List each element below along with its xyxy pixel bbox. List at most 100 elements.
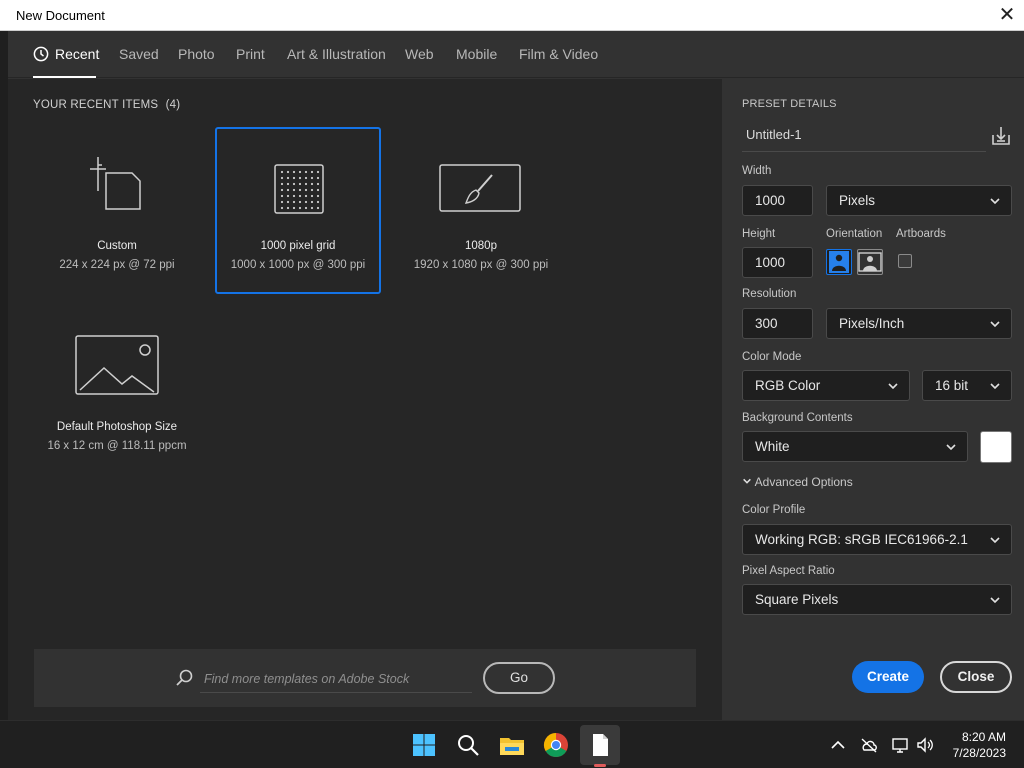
document-app-icon[interactable] <box>584 729 616 761</box>
stock-search-bar: Go <box>34 649 696 707</box>
color-mode-dropdown[interactable]: RGB Color <box>742 370 910 401</box>
item-dimensions: 16 x 12 cm @ 118.11 ppcm <box>47 440 187 452</box>
resolution-label: Resolution <box>742 288 797 300</box>
bit-depth-value: 16 bit <box>935 378 969 393</box>
tab-photo[interactable]: Photo <box>178 46 215 62</box>
windows-start-icon[interactable] <box>408 729 440 761</box>
item-name: Default Photoshop Size <box>56 421 178 433</box>
cloud-offline-icon[interactable] <box>859 735 879 755</box>
landscape-orientation-button[interactable] <box>857 249 883 275</box>
chevron-down-icon <box>990 321 1000 328</box>
clock-time: 8:20 AM <box>961 730 1006 744</box>
background-contents-value: White <box>755 439 790 454</box>
clock-icon <box>33 46 49 62</box>
width-input[interactable]: 1000 <box>742 185 813 216</box>
pixel-grid-icon <box>274 164 324 214</box>
width-label: Width <box>742 165 772 177</box>
chrome-icon[interactable] <box>540 729 572 761</box>
chevron-down-icon <box>990 383 1000 390</box>
width-unit-dropdown[interactable]: Pixels <box>826 185 1012 216</box>
tab-mobile[interactable]: Mobile <box>456 46 497 62</box>
clock-date: 7/28/2023 <box>952 746 1006 760</box>
tab-recent-label: Recent <box>55 46 100 62</box>
new-document-dialog: Recent Saved Photo Print Art & Illustrat… <box>8 31 1024 720</box>
pixel-aspect-ratio-label: Pixel Aspect Ratio <box>742 565 835 577</box>
tab-recent[interactable]: Recent <box>33 46 99 62</box>
item-dimensions: 1920 x 1080 px @ 300 ppi <box>413 259 549 271</box>
chevron-down-icon <box>743 478 751 484</box>
tab-saved[interactable]: Saved <box>119 46 159 62</box>
volume-icon[interactable] <box>915 735 935 755</box>
color-mode-value: RGB Color <box>755 378 821 393</box>
search-icon <box>176 669 193 686</box>
bit-depth-dropdown[interactable]: 16 bit <box>922 370 1012 401</box>
recent-item-default-photoshop[interactable]: Default Photoshop Size 16 x 12 cm @ 118.… <box>34 308 200 475</box>
portrait-orientation-button[interactable] <box>826 249 852 275</box>
pixel-aspect-ratio-value: Square Pixels <box>755 592 839 607</box>
window-titlebar: New Document ✕ <box>0 0 1024 31</box>
recent-items-heading: YOUR RECENT ITEMS (4) <box>33 99 180 111</box>
artboards-label: Artboards <box>896 228 946 240</box>
paintbrush-icon <box>439 164 521 212</box>
chevron-down-icon <box>990 537 1000 544</box>
recent-item-1080p[interactable]: 1080p 1920 x 1080 px @ 300 ppi <box>398 127 564 294</box>
recent-item-custom[interactable]: Custom 224 x 224 px @ 72 ppi <box>34 127 200 294</box>
item-name: 1080p <box>465 240 497 252</box>
image-landscape-icon <box>75 335 159 395</box>
recent-count: (4) <box>165 99 181 111</box>
color-mode-label: Color Mode <box>742 351 802 363</box>
advanced-options-label: Advanced Options <box>754 475 853 489</box>
tab-web[interactable]: Web <box>405 46 434 62</box>
item-name: 1000 pixel grid <box>260 240 336 252</box>
file-explorer-icon[interactable] <box>496 729 528 761</box>
background-contents-label: Background Contents <box>742 412 853 424</box>
item-dimensions: 224 x 224 px @ 72 ppi <box>59 259 175 271</box>
chevron-down-icon <box>888 383 898 390</box>
running-app-indicator <box>594 764 606 767</box>
preset-details-panel: PRESET DETAILS Untitled-1 Width 1000 Pix… <box>722 79 1024 720</box>
landscape-person-icon <box>858 252 882 272</box>
new-document-icon <box>90 157 141 210</box>
resolution-input[interactable]: 300 <box>742 308 813 339</box>
recent-heading-text: YOUR RECENT ITEMS <box>33 99 159 111</box>
search-icon[interactable] <box>452 729 484 761</box>
preset-name-field[interactable]: Untitled-1 <box>742 124 986 152</box>
taskbar: 8:20 AM 7/28/2023 <box>0 720 1024 768</box>
go-button[interactable]: Go <box>483 662 555 694</box>
item-name: Custom <box>97 240 137 252</box>
recent-items-panel: YOUR RECENT ITEMS (4) Custom 224 x 224 p… <box>8 79 722 720</box>
preset-details-heading: PRESET DETAILS <box>742 98 837 110</box>
item-dimensions: 1000 x 1000 px @ 300 ppi <box>230 259 366 271</box>
preset-tabs: Recent Saved Photo Print Art & Illustrat… <box>8 31 1024 78</box>
advanced-options-toggle[interactable]: Advanced Options <box>742 475 853 489</box>
height-label: Height <box>742 228 776 240</box>
display-icon[interactable] <box>890 735 910 755</box>
resolution-unit-dropdown[interactable]: Pixels/Inch <box>826 308 1012 339</box>
system-clock[interactable]: 8:20 AM 7/28/2023 <box>953 729 1006 761</box>
window-title: New Document <box>16 8 105 23</box>
chevron-down-icon <box>990 597 1000 604</box>
save-preset-icon[interactable] <box>990 125 1012 147</box>
background-contents-dropdown[interactable]: White <box>742 431 968 462</box>
orientation-label: Orientation <box>826 228 883 240</box>
color-profile-label: Color Profile <box>742 504 806 516</box>
close-button[interactable]: Close <box>940 661 1012 693</box>
tab-film-video[interactable]: Film & Video <box>519 46 598 62</box>
width-unit-value: Pixels <box>839 193 876 208</box>
portrait-person-icon <box>829 251 849 273</box>
active-tab-indicator <box>33 76 96 78</box>
window-close-icon[interactable]: ✕ <box>990 0 1024 30</box>
stock-search-input[interactable] <box>200 665 472 693</box>
recent-item-pixel-grid[interactable]: 1000 pixel grid 1000 x 1000 px @ 300 ppi <box>215 127 381 294</box>
pixel-aspect-ratio-dropdown[interactable]: Square Pixels <box>742 584 1012 615</box>
chevron-up-icon[interactable] <box>828 735 848 755</box>
background-color-swatch[interactable] <box>980 431 1012 463</box>
color-profile-dropdown[interactable]: Working RGB: sRGB IEC61966-2.1 <box>742 524 1012 555</box>
tab-print[interactable]: Print <box>236 46 265 62</box>
artboards-checkbox[interactable] <box>898 254 912 268</box>
tab-art-illustration[interactable]: Art & Illustration <box>287 46 386 62</box>
chevron-down-icon <box>990 198 1000 205</box>
create-button[interactable]: Create <box>852 661 924 693</box>
chevron-down-icon <box>946 444 956 451</box>
height-input[interactable]: 1000 <box>742 247 813 278</box>
